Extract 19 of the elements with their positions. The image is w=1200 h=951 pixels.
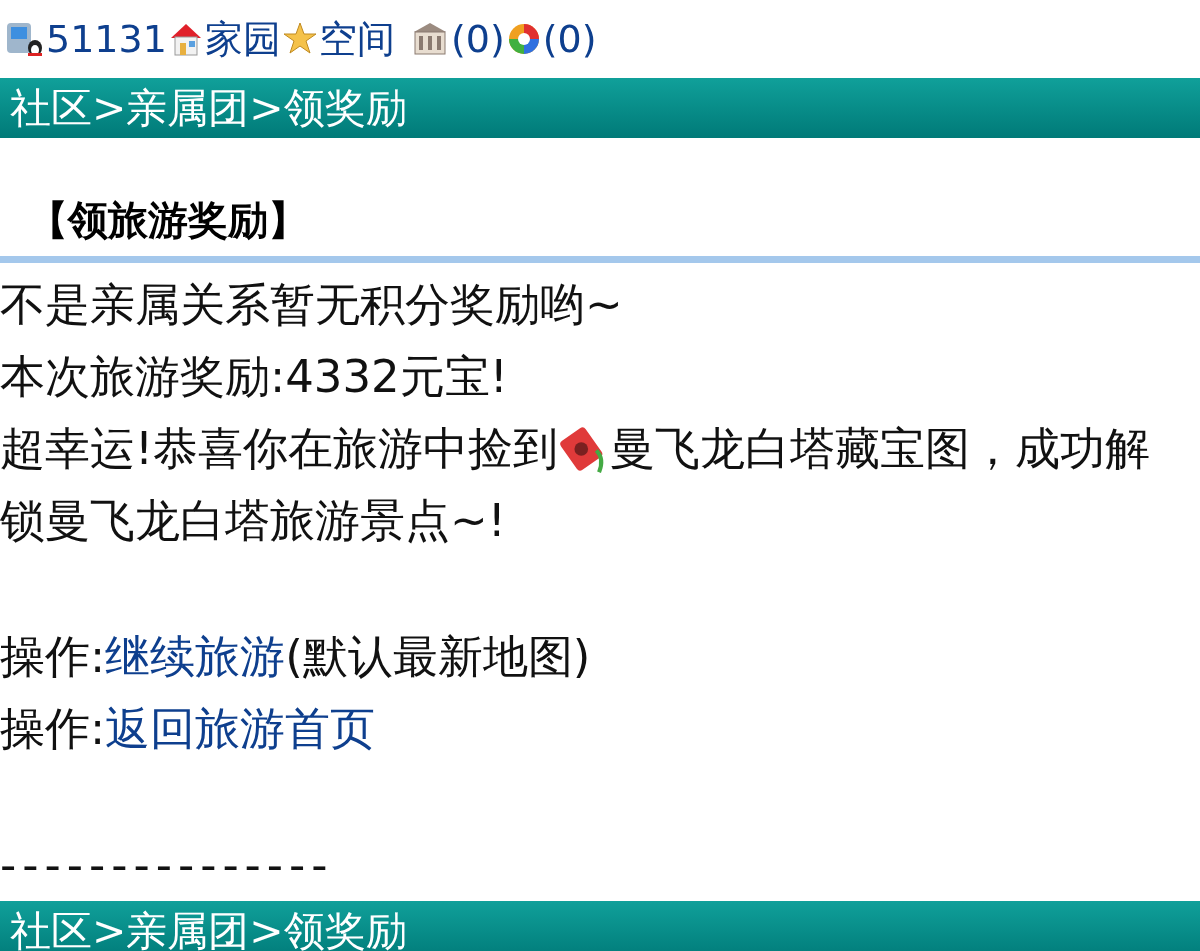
breadcrumb-bar: 社区>亲属团>领奖励 <box>0 78 1200 138</box>
action-label: 操作: <box>0 701 106 757</box>
hall-count-link[interactable]: (0) <box>450 17 505 61</box>
message-text: 本次旅游奖励:4332元宝! <box>0 349 509 405</box>
user-id-link[interactable]: 51131 <box>46 17 167 61</box>
action-link[interactable]: 返回旅游首页 <box>105 693 376 765</box>
action-link[interactable]: 继续旅游 <box>105 621 286 693</box>
message-text: 超幸运!恭喜你在旅游中捡到 <box>0 421 559 477</box>
message-text: 不是亲属关系暂无积分奖励哟~ <box>0 277 624 333</box>
action-note: (默认最新地图) <box>285 629 591 685</box>
message-text: 曼飞龙白塔藏宝图，成功解 <box>610 421 1151 477</box>
space-link[interactable]: 空间 <box>318 13 395 65</box>
home-link[interactable]: 家园 <box>204 13 281 65</box>
breadcrumb-bar: 社区>亲属团>领奖励 <box>0 901 1200 951</box>
message-text: 锁曼飞龙白塔旅游景点~! <box>0 493 507 549</box>
section-heading: 【领旅游奖励】 <box>27 195 309 245</box>
action-label: 操作: <box>0 629 106 685</box>
divider-text: --------------- <box>0 837 334 893</box>
photo-count-link[interactable]: (0) <box>542 17 597 61</box>
